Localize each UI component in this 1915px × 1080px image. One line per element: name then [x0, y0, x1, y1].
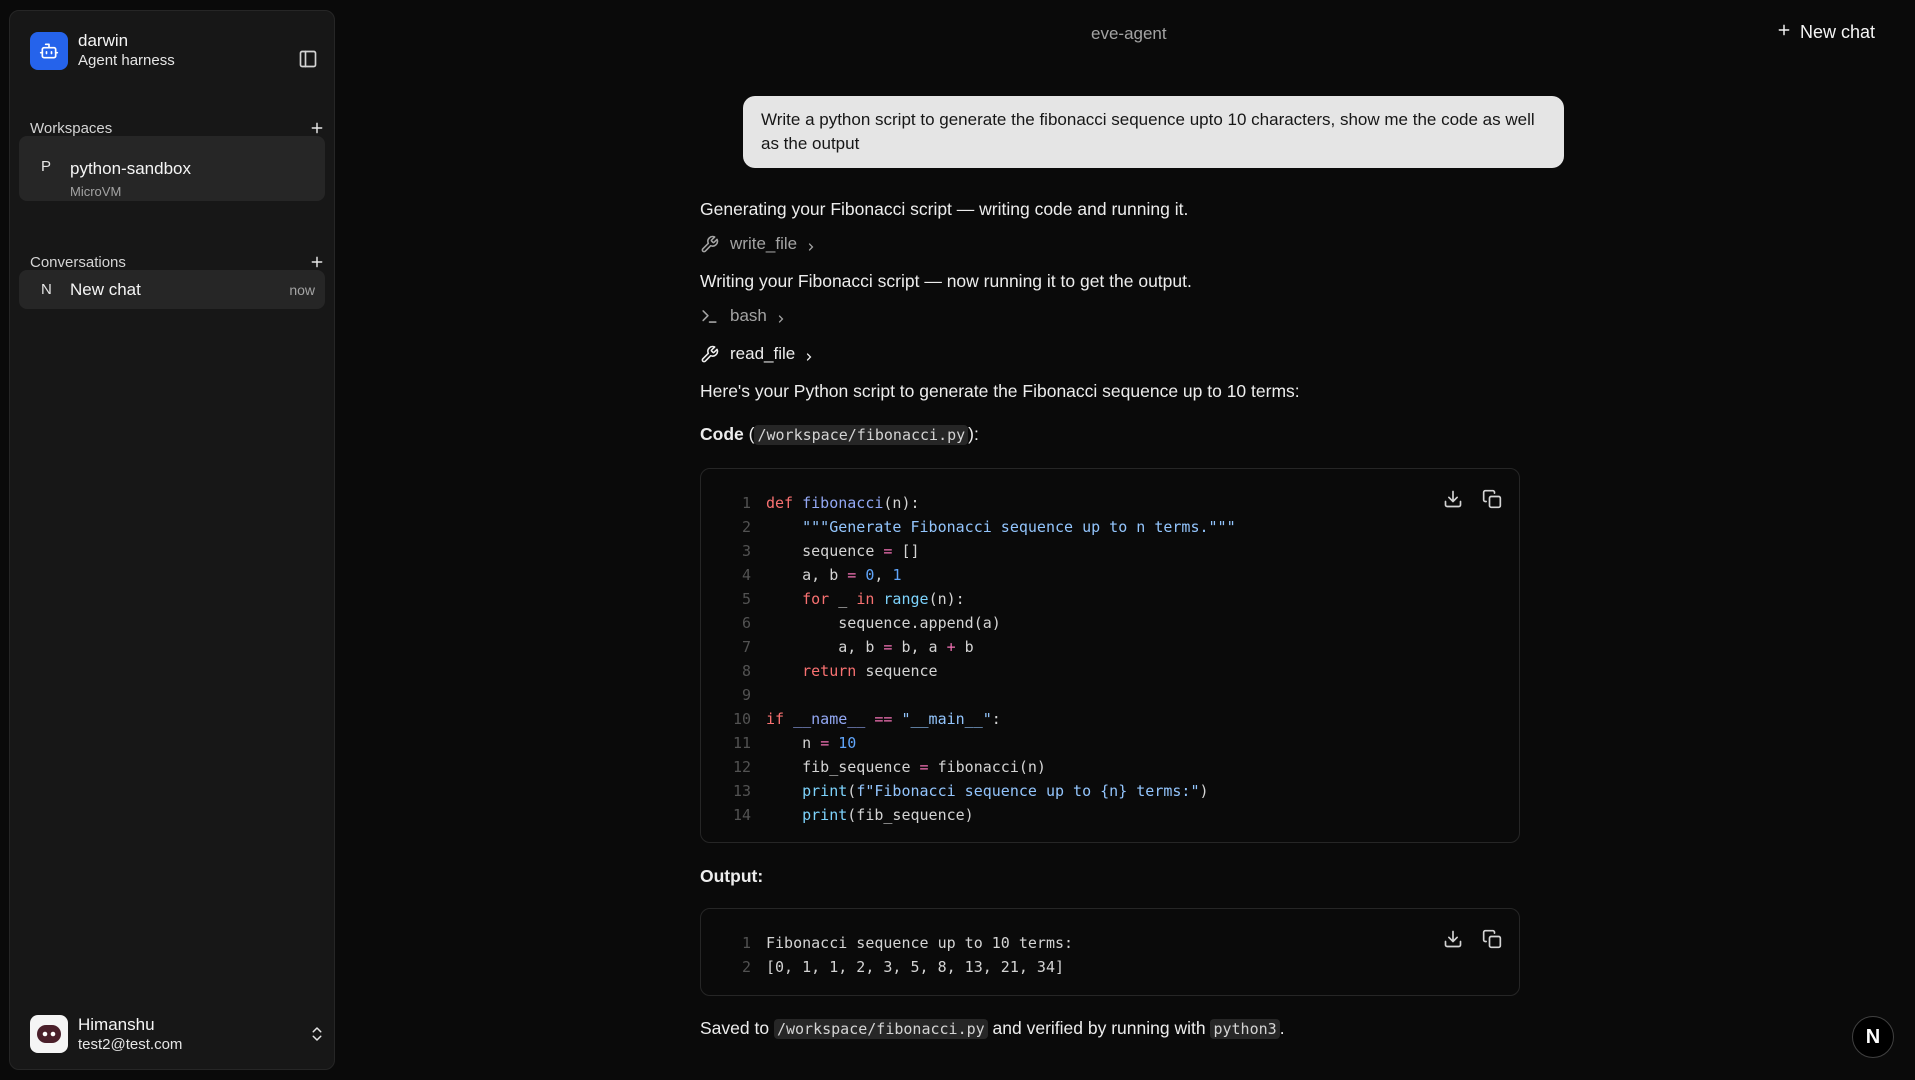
- brand-name: darwin: [78, 31, 129, 50]
- terminal-icon: [700, 306, 720, 326]
- output-label: Output:: [700, 866, 764, 886]
- robot-icon: [30, 31, 68, 70]
- code-line: 3 sequence = []: [741, 542, 920, 560]
- tool-call-read-file[interactable]: read_file: [700, 344, 815, 364]
- plus-icon: [1776, 22, 1792, 43]
- code-line: 1 def fibonacci(n):: [741, 494, 920, 512]
- output-line: 1 Fibonacci sequence up to 10 terms:: [701, 931, 1519, 955]
- output-line-text: [0, 1, 1, 2, 3, 5, 8, 13, 21, 34]: [766, 958, 1065, 976]
- code-line: 10 if __name__ == "__main__":: [732, 710, 1001, 728]
- conversation-letter: N: [41, 281, 52, 298]
- code-line: 8 return sequence: [741, 662, 938, 680]
- download-icon[interactable]: [1443, 489, 1464, 510]
- n-badge[interactable]: N: [1852, 1016, 1894, 1058]
- tool-name: read_file: [730, 344, 796, 363]
- conversation-name: New chat: [70, 280, 141, 299]
- code-heading: Code (/workspace/fibonacci.py):: [700, 424, 979, 445]
- saved-path: /workspace/fibonacci.py: [773, 1019, 988, 1039]
- copy-icon[interactable]: [1482, 489, 1503, 510]
- avatar: [30, 1015, 68, 1053]
- output-line-text: Fibonacci sequence up to 10 terms:: [766, 934, 1074, 952]
- user-message: Write a python script to generate the fi…: [743, 96, 1564, 168]
- copy-icon[interactable]: [1482, 929, 1503, 950]
- code-line: 6 sequence.append(a): [741, 614, 1001, 632]
- brand-subtitle: Agent harness: [78, 52, 175, 69]
- status-message-1: Generating your Fibonacci script — writi…: [700, 199, 1189, 219]
- workspace-letter: P: [41, 158, 52, 175]
- tool-call-write-file[interactable]: write_file: [700, 234, 817, 254]
- tool-call-bash[interactable]: bash: [700, 306, 787, 326]
- workspaces-label: Workspaces: [30, 119, 113, 137]
- user-name: Himanshu: [78, 1014, 155, 1034]
- add-conversation-icon[interactable]: [308, 253, 326, 271]
- new-chat-button[interactable]: New chat: [1776, 22, 1875, 43]
- output-block: 1 Fibonacci sequence up to 10 terms: 2 [0,…: [700, 908, 1520, 996]
- chevrons-up-down-icon[interactable]: [308, 1025, 326, 1043]
- output-lines: 1 Fibonacci sequence up to 10 terms: 2 [0,…: [701, 909, 1519, 979]
- code-line: 12 fib_sequence = fibonacci(n): [732, 758, 1046, 776]
- code-line: 7 a, b = b, a + b: [741, 638, 974, 656]
- user-menu[interactable]: Himanshu test2@test.com: [30, 1011, 326, 1057]
- code-line: 14 print(fib_sequence): [732, 806, 974, 824]
- code-label: Code: [700, 424, 744, 444]
- saved-message: Saved to /workspace/fibonacci.py and ver…: [700, 1018, 1285, 1039]
- code-line: 11 n = 10: [732, 734, 857, 752]
- code-line: 5 for _ in range(n):: [741, 590, 965, 608]
- chevron-right-icon: [775, 310, 787, 323]
- workspace-name: python-sandbox: [70, 159, 191, 178]
- workspace-item-python-sandbox[interactable]: P python-sandbox MicroVM: [19, 136, 325, 201]
- chevron-right-icon: [803, 348, 815, 361]
- download-icon[interactable]: [1443, 929, 1464, 950]
- code-line: 4 a, b = 0, 1: [741, 566, 902, 584]
- code-line: 13 print(f"Fibonacci sequence up to {n} …: [732, 782, 1209, 800]
- code-line: 9: [741, 686, 751, 704]
- conversations-label: Conversations: [30, 253, 126, 271]
- brand: darwin Agent harness: [30, 31, 175, 70]
- page-title: eve-agent: [1091, 24, 1167, 43]
- sidebar: darwin Agent harness Workspaces P python…: [9, 10, 335, 1070]
- output-line: 2 [0, 1, 1, 2, 3, 5, 8, 13, 21, 34]: [701, 955, 1519, 979]
- saved-command: python3: [1210, 1019, 1280, 1039]
- chevron-right-icon: [805, 238, 817, 251]
- wrench-icon: [700, 234, 720, 254]
- workspace-type: MicroVM: [70, 184, 122, 199]
- intro-text: Here's your Python script to generate th…: [700, 381, 1300, 401]
- sidebar-toggle-icon[interactable]: [298, 49, 318, 69]
- status-message-2: Writing your Fibonacci script — now runn…: [700, 271, 1192, 291]
- code-lines: 1 def fibonacci(n): 2 """Generate Fibonac…: [701, 469, 1519, 827]
- code-path: /workspace/fibonacci.py: [754, 425, 969, 445]
- tool-name: write_file: [730, 234, 798, 253]
- conversation-time: now: [289, 282, 315, 298]
- code-block: 1 def fibonacci(n): 2 """Generate Fibonac…: [700, 468, 1520, 843]
- user-email: test2@test.com: [78, 1035, 183, 1053]
- code-line: 2 """Generate Fibonacci sequence up to n…: [741, 518, 1236, 536]
- wrench-icon: [700, 344, 720, 364]
- tool-name: bash: [730, 306, 767, 325]
- conversation-item-new-chat[interactable]: N New chat now: [19, 270, 325, 309]
- new-chat-label: New chat: [1800, 22, 1876, 42]
- add-workspace-icon[interactable]: [308, 119, 326, 137]
